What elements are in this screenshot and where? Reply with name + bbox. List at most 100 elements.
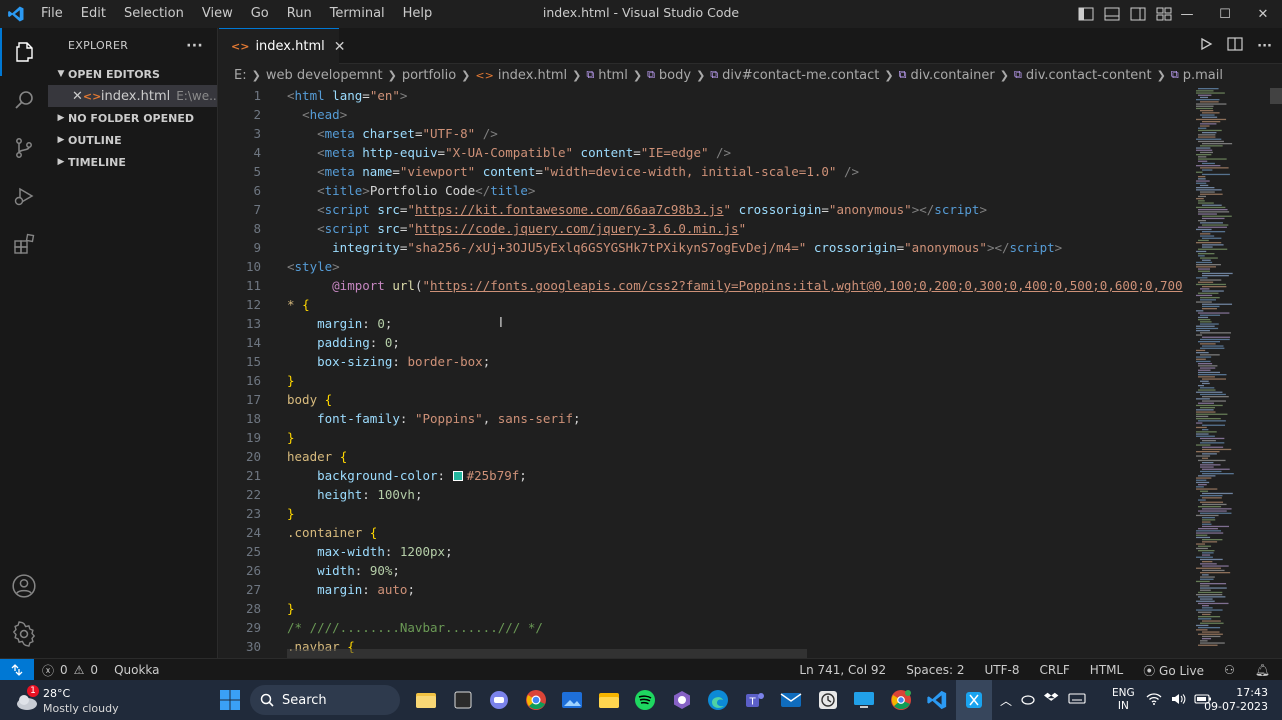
breadcrumb-item[interactable]: div.contact-content (1026, 68, 1152, 83)
code-line[interactable]: <html lang="en"> (287, 86, 1192, 105)
breadcrumb-item[interactable]: html (598, 68, 628, 83)
breadcrumb-item[interactable]: E: (234, 68, 247, 83)
code-line[interactable]: } (287, 428, 1192, 447)
code-line[interactable]: font-family: "Poppins", sans-serif; (287, 409, 1192, 428)
error-count[interactable]: 0 (60, 663, 68, 677)
chevron-up-icon[interactable]: ︿ (1000, 692, 1012, 709)
vscode-app-icon[interactable] (919, 680, 956, 720)
spotify-app-icon[interactable] (627, 680, 664, 720)
dropbox-icon[interactable] (1044, 691, 1060, 709)
breadcrumb-item[interactable]: p.mail (1183, 68, 1223, 83)
task-view-app-icon[interactable] (445, 680, 482, 720)
code-line[interactable]: margin: auto; (287, 580, 1192, 599)
toggle-primary-sidebar-icon[interactable] (1078, 7, 1094, 21)
minimize-button[interactable]: — (1168, 0, 1206, 28)
breadcrumb-item[interactable]: div#contact-me.contact (722, 68, 879, 83)
settings-gear-icon[interactable] (0, 610, 48, 658)
remote-desktop-app-icon[interactable] (846, 680, 883, 720)
code-line[interactable]: <title>Portfolio Code</title> (287, 181, 1192, 200)
encoding[interactable]: UTF-8 (985, 663, 1020, 677)
language-indicator[interactable]: ENG IN (1112, 687, 1135, 713)
search-icon[interactable] (0, 76, 48, 124)
tab-index-html[interactable]: <> index.html ✕ (219, 28, 345, 64)
code-line[interactable]: <script src="https://code.jquery.com/jqu… (287, 219, 1192, 238)
close-editor-icon[interactable]: ✕ (72, 89, 83, 104)
menu-view[interactable]: View (193, 0, 242, 28)
color-swatch-icon[interactable] (452, 471, 463, 481)
code-line[interactable]: padding: 0; (287, 333, 1192, 352)
snipping-tool-app-icon[interactable] (955, 680, 992, 720)
chat-app-icon[interactable] (481, 680, 518, 720)
code-line[interactable]: } (287, 371, 1192, 390)
run-play-icon[interactable] (1199, 37, 1213, 55)
menu-file[interactable]: File (32, 0, 72, 28)
chrome-app-icon[interactable] (518, 680, 555, 720)
code-line[interactable]: <head> (287, 105, 1192, 124)
indentation[interactable]: Spaces: 2 (906, 663, 964, 677)
code-line[interactable]: max-width: 1200px; (287, 542, 1192, 561)
folder-app-icon[interactable] (591, 680, 628, 720)
chrome-canary-app-icon[interactable] (883, 680, 920, 720)
code-text-area[interactable]: <html lang="en"> <head> <meta charset="U… (287, 86, 1192, 658)
outline-section[interactable]: ▶ OUTLINE (48, 129, 217, 151)
extensions-icon[interactable] (0, 220, 48, 268)
menu-go[interactable]: Go (242, 0, 278, 28)
menu-edit[interactable]: Edit (72, 0, 115, 28)
remote-indicator-icon[interactable] (0, 659, 34, 681)
open-editors-section[interactable]: ▼ OPEN EDITORS (48, 63, 217, 85)
quokka-status[interactable]: Quokka (114, 663, 159, 677)
breadcrumb-item[interactable]: index.html (498, 68, 567, 83)
code-line[interactable]: background-color: #25b79f; (287, 466, 1192, 485)
keyboard-icon[interactable] (1068, 691, 1086, 709)
code-line[interactable]: header { (287, 447, 1192, 466)
menu-terminal[interactable]: Terminal (321, 0, 394, 28)
source-control-icon[interactable] (0, 124, 48, 172)
language-mode[interactable]: HTML (1090, 663, 1123, 677)
windows-start-icon[interactable] (219, 689, 241, 711)
edge-app-icon[interactable] (700, 680, 737, 720)
no-folder-section[interactable]: ▶ NO FOLDER OPENED (48, 107, 217, 129)
code-line[interactable]: @import url("https://fonts.googleapis.co… (287, 276, 1192, 295)
clock-app-icon[interactable] (810, 680, 847, 720)
code-line[interactable]: .container { (287, 523, 1192, 542)
toggle-secondary-sidebar-icon[interactable] (1130, 7, 1146, 21)
split-editor-icon[interactable] (1227, 37, 1243, 55)
cursor-position[interactable]: Ln 741, Col 92 (799, 663, 886, 677)
code-line[interactable]: width: 90%; (287, 561, 1192, 580)
warning-count[interactable]: 0 (90, 663, 98, 677)
code-line[interactable]: <meta name="viewport" content="width=dev… (287, 162, 1192, 181)
feedback-icon[interactable]: ⚇ (1224, 663, 1235, 677)
code-line[interactable]: <script src="https://kit.fontawesome.com… (287, 200, 1192, 219)
code-line[interactable]: body { (287, 390, 1192, 409)
vertical-scrollbar[interactable] (1270, 86, 1282, 658)
code-line[interactable]: } (287, 599, 1192, 618)
code-line[interactable]: <meta http-equiv="X-UA-Compatible" conte… (287, 143, 1192, 162)
menu-selection[interactable]: Selection (115, 0, 193, 28)
minimap[interactable] (1192, 86, 1270, 658)
close-tab-icon[interactable]: ✕ (334, 39, 346, 55)
maximize-button[interactable]: ☐ (1206, 0, 1244, 28)
code-line[interactable]: } (287, 504, 1192, 523)
breadcrumb-item[interactable]: body (659, 68, 691, 83)
taskbar-clock[interactable]: 17:43 09-07-2023 (1204, 686, 1268, 714)
code-line[interactable]: <meta charset="UTF-8" /> (287, 124, 1192, 143)
code-line[interactable]: <style> (287, 257, 1192, 276)
breadcrumb-item[interactable]: web developemnt (266, 68, 383, 83)
toggle-panel-icon[interactable] (1104, 7, 1120, 21)
code-line[interactable]: box-sizing: border-box; (287, 352, 1192, 371)
taskbar-search[interactable]: Search (250, 685, 400, 715)
explorer-icon[interactable] (0, 28, 48, 76)
mail-app-icon[interactable] (773, 680, 810, 720)
run-debug-icon[interactable] (0, 172, 48, 220)
weather-widget[interactable]: 1 28°C Mostly cloudy (14, 683, 134, 717)
more-actions-icon[interactable]: ··· (186, 38, 203, 54)
close-window-button[interactable]: ✕ (1244, 0, 1282, 28)
go-live-button[interactable]: ⦿ Go Live (1143, 662, 1204, 679)
breadcrumb-item[interactable]: div.container (910, 68, 994, 83)
more-editor-actions-icon[interactable]: ··· (1257, 39, 1272, 54)
photos-app-icon[interactable] (554, 680, 591, 720)
code-line[interactable]: height: 100vh; (287, 485, 1192, 504)
horizontal-scrollbar[interactable] (287, 649, 807, 658)
accounts-icon[interactable] (0, 562, 48, 610)
scrollbar-thumb[interactable] (1270, 88, 1282, 104)
